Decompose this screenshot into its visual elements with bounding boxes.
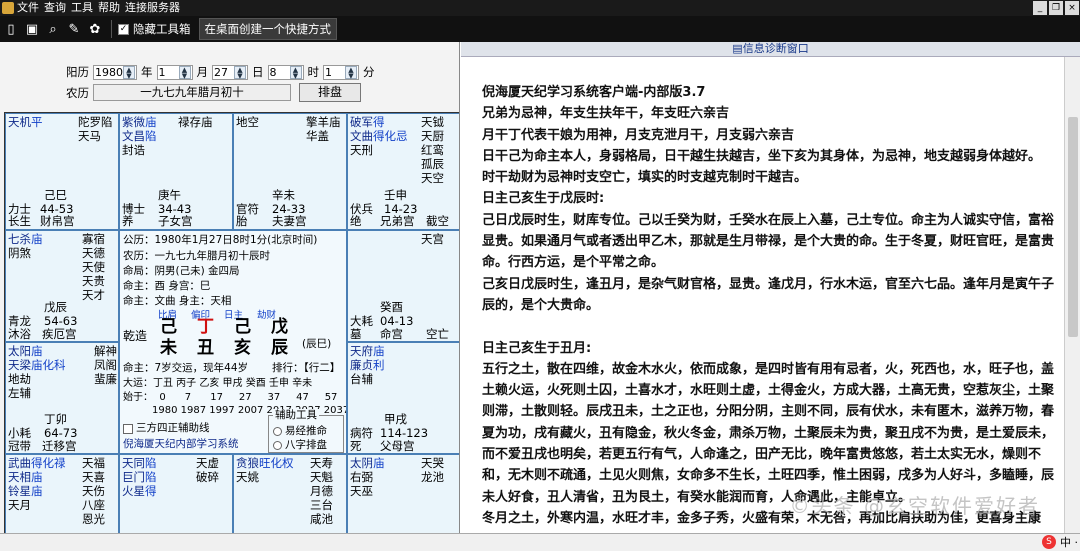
sogou-icon[interactable]: S	[1042, 535, 1056, 549]
lunar-date-row: 农历 一九七九年腊月初十 排盘	[62, 83, 361, 102]
minute-unit: 分	[363, 65, 375, 79]
ming-ju: 命局：阴男(己未) 金四局	[123, 265, 240, 277]
day-stepper[interactable]: 27 ▲ ▼	[212, 64, 248, 80]
search-icon[interactable]: ⌕	[43, 19, 63, 39]
stems-row: 己丁己戊	[160, 317, 288, 337]
close-icon[interactable]: ×	[1065, 1, 1079, 15]
qianzao-label: 乾造	[123, 329, 148, 343]
minimize-icon[interactable]: _	[1033, 1, 1047, 15]
palace-shen[interactable]: 破军得 文曲得化忌 天刑 天钺 天厨 红鸾 孤辰 天空 壬申 14-23 伏兵 …	[347, 113, 459, 230]
app-window: 文件 查询 工具 帮助 连接服务器 _ ❐ × ▯ ▣ ⌕ ✎ ✿ ✓ 隐藏工具箱…	[0, 0, 1080, 551]
menu-query[interactable]: 查询	[44, 0, 66, 16]
month-stepper[interactable]: 1 ▲ ▼	[156, 64, 193, 80]
branches-row: 未丑亥辰	[160, 338, 288, 358]
diagnosis-paragraph: 日主己亥生于丑月:	[482, 340, 592, 356]
new-file-icon[interactable]: ▯	[1, 19, 21, 39]
menu-connect-server[interactable]: 连接服务器	[125, 0, 180, 16]
shen-zhu: 命主：文曲 身主：天相	[123, 295, 232, 307]
system-name: 倪海厦天纪内部学习系统	[123, 438, 239, 450]
luck-start: 命主：7岁交运，现年44岁	[123, 362, 249, 374]
palace-wei[interactable]: 地空 擎羊庙 华盖 辛未 24-33 官符 胎 夫妻宫	[233, 113, 347, 230]
diagnosis-paragraph: 己日戊辰时生，财库专位。己以壬癸为财，壬癸水在辰上入墓，己土专位。命主为人诚实守…	[482, 212, 1055, 271]
year-unit: 年	[141, 65, 153, 79]
diagnosis-paragraph: 倪海厦天纪学习系统客户端-内部版3.7	[482, 85, 706, 100]
sanfang-checkbox[interactable]: 三方四正辅助线	[123, 422, 210, 435]
palace-si[interactable]: 天机平 陀罗陷 天马 己巳 44-53 力士 长生 财帛宫	[5, 113, 119, 230]
palace-wu[interactable]: 紫微庙 文昌陷 封诰 禄存庙 庚午 34-43 博士 养 子女宫	[119, 113, 233, 230]
solar-date-row: 阳历 1980 ▲ ▼ 年 1 ▲ ▼ 月 27 ▲ ▼ 日 8 ▲ ▼ 时 1 ▲ ▼ 分	[62, 64, 379, 80]
month-unit: 月	[196, 65, 209, 79]
ime-toolbar[interactable]: S 中 ·	[1042, 533, 1078, 551]
menu-tools[interactable]: 工具	[71, 0, 93, 16]
window-icon: ▤	[732, 42, 743, 55]
chart-center-info: 公历：1980年1月27日8时1分(北京时间) 农历：一九七九年腊月初十辰时 命…	[119, 230, 347, 454]
menu-help[interactable]: 帮助	[98, 0, 120, 16]
pin-icon[interactable]: ✎	[64, 19, 84, 39]
ime-mode[interactable]: 中 ·	[1060, 534, 1078, 550]
start-ages: 始于： 0 7 17 27 37 47 57	[123, 392, 338, 403]
bazi-radio[interactable]: 八字排盘	[273, 439, 327, 452]
menu-bar: 文件 查询 工具 帮助 连接服务器 _ ❐ ×	[0, 0, 1080, 16]
create-shortcut-button[interactable]: 在桌面创建一个快捷方式	[198, 18, 337, 40]
lunar-info: 农历：一九七九年腊月初十辰时	[123, 250, 270, 262]
palace-chen[interactable]: 七杀庙 阴煞 寡宿 天德 天使 天贵 天才 戊辰 54-63 青龙 沐浴 疾厄宫	[5, 230, 119, 342]
checkbox-icon	[123, 423, 133, 434]
da-yun: 大运：丁丑 丙子 乙亥 甲戌 癸酉 壬申 辛未	[123, 378, 313, 389]
vertical-scrollbar[interactable]	[1064, 57, 1080, 551]
year-stepper[interactable]: 1980 ▲ ▼	[93, 64, 137, 80]
tools-label: 辅助工具	[273, 409, 319, 422]
chart-panel: 阳历 1980 ▲ ▼ 年 1 ▲ ▼ 月 27 ▲ ▼ 日 8 ▲ ▼ 时 1 ▲ ▼ 分 农历 …	[0, 42, 460, 551]
hide-toolbox-checkbox[interactable]: ✓ 隐藏工具箱	[118, 21, 191, 37]
day-unit: 日	[252, 65, 264, 79]
sibling-rank: 排行：【行二】	[272, 362, 341, 374]
ziwei-chart-grid: 天机平 陀罗陷 天马 己巳 44-53 力士 长生 财帛宫 紫微庙 文昌陷 封诰…	[4, 112, 459, 548]
toolbar-divider	[111, 20, 112, 38]
diagnosis-title: 信息诊断窗口	[742, 42, 809, 55]
lunar-date-field[interactable]: 一九七九年腊月初十	[93, 84, 291, 101]
scroll-thumb[interactable]	[1068, 117, 1078, 337]
paipan-button[interactable]: 排盘	[299, 83, 361, 102]
diagnosis-paragraph: 时干劫财为忌神时支空亡，填实的时支越克制时干越吉。	[482, 170, 808, 186]
diagnosis-paragraph: 日主己亥生于戊辰时:	[482, 191, 605, 207]
diagnosis-paragraph: 己亥日戊辰时生，逢丑月，是杂气财官格，显贵。逢戊月，行水木运，官至六七品。逢年月…	[482, 276, 1055, 313]
tools-group: 辅助工具 易经推命 八字排盘	[268, 409, 344, 453]
diagnosis-text: 倪海厦天纪学习系统客户端-内部版3.7 兄弟为忌神，年支生扶年干，年支旺六亲吉月干…	[482, 82, 1057, 529]
plugin-icon[interactable]: ✿	[85, 19, 105, 39]
diagnosis-paragraph: 月干丁代表干娘为用神，月支克泄月干，月支弱六亲吉	[482, 127, 795, 143]
hour-unit: 时	[307, 65, 320, 79]
diagnosis-paragraph: 兄弟为忌神，年支生扶年干，年支旺六亲吉	[482, 106, 730, 122]
app-logo-icon	[2, 2, 14, 14]
yijing-radio[interactable]: 易经推命	[273, 425, 327, 438]
save-icon[interactable]: ▣	[22, 19, 42, 39]
palace-you[interactable]: 天宫 癸酉 04-13 大耗 墓 命宫 空亡	[347, 230, 459, 342]
solar-label: 阳历	[66, 65, 89, 79]
toolbar: ▯ ▣ ⌕ ✎ ✿ ✓ 隐藏工具箱 在桌面创建一个快捷方式	[0, 16, 1080, 42]
hide-toolbox-label: 隐藏工具箱	[133, 22, 191, 36]
radio-icon	[273, 441, 282, 450]
diagnosis-title-bar: ▤信息诊断窗口	[461, 42, 1080, 57]
diagnosis-paragraph: 日干己为命主本人，身弱格局，日干越生扶越吉，坐下亥为其身体，为忌神，地支越弱身体…	[482, 148, 1042, 164]
restore-icon[interactable]: ❐	[1049, 1, 1063, 15]
minute-stepper[interactable]: 1 ▲ ▼	[323, 64, 359, 80]
diagnosis-panel: ▤信息诊断窗口 倪海厦天纪学习系统客户端-内部版3.7 兄弟为忌神，年支生扶年干，…	[461, 42, 1080, 551]
kongwang-note: (辰巳)	[302, 338, 332, 350]
watermark: ©头条 @玄空软件爱好者	[789, 494, 1040, 518]
status-bar	[0, 533, 1080, 551]
solar-info: 公历：1980年1月27日8时1分(北京时间)	[123, 234, 318, 246]
hour-stepper[interactable]: 8 ▲ ▼	[267, 64, 304, 80]
palace-mao[interactable]: 太阳庙 天梁庙化科 地劫 左辅 解神 凤阁 蜚廉 丁卯 64-73 小耗 冠带 …	[5, 342, 119, 454]
radio-icon	[273, 427, 282, 436]
ming-zhu: 命主：酉 身宫：巳	[123, 280, 211, 292]
lunar-label: 农历	[66, 85, 89, 100]
diagnosis-paragraph	[482, 316, 1057, 337]
checkbox-checked-icon: ✓	[118, 23, 129, 35]
diagnosis-paragraph: 五行之土，散在四维，故金木水火，依而成象，是四时皆有用有忌者，火，死西也，水，旺…	[482, 361, 1055, 505]
window-controls: _ ❐ ×	[1032, 0, 1080, 16]
palace-xu[interactable]: 天府庙 廉贞利 台辅 甲戌 114-123 病符 死 父母宫	[347, 342, 459, 454]
menu-file[interactable]: 文件	[17, 0, 39, 16]
